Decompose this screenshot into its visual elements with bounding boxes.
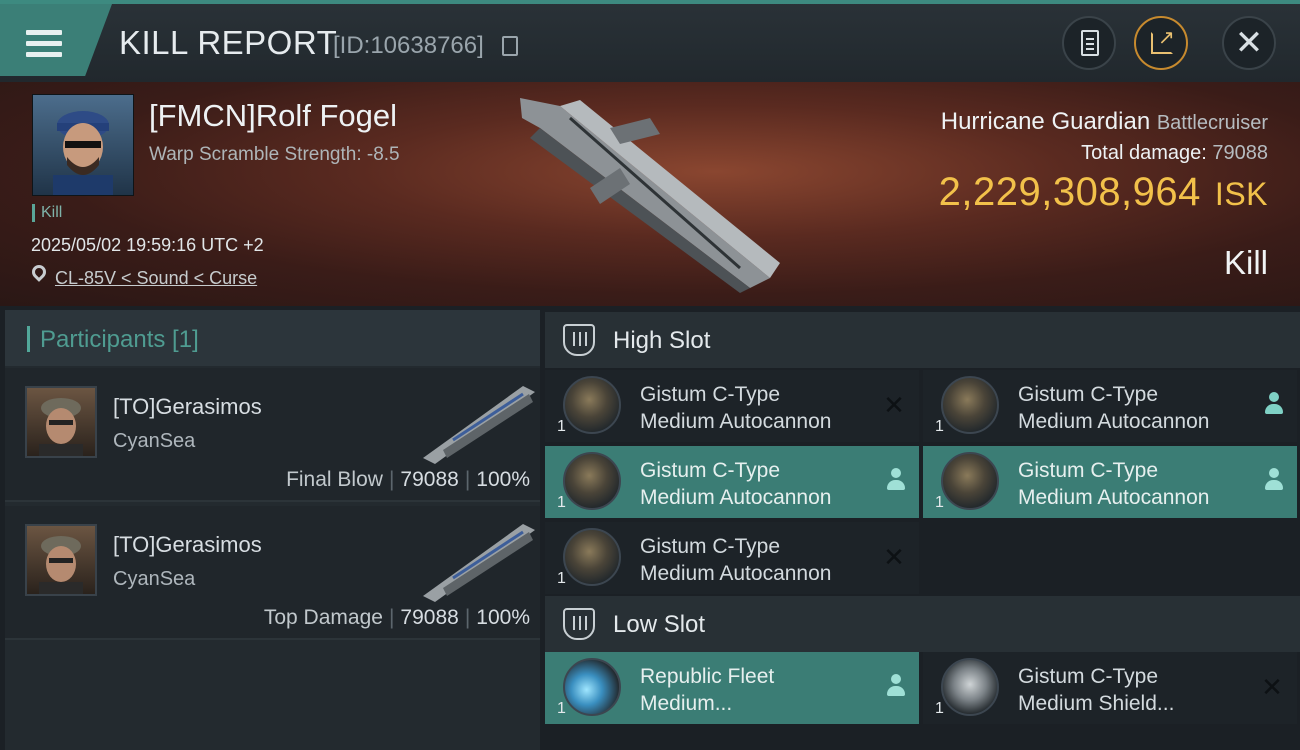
- close-button[interactable]: ✕: [1222, 16, 1276, 70]
- pin-icon: [29, 262, 49, 282]
- module-quantity: 1: [935, 418, 944, 435]
- slot-icon: [563, 324, 595, 356]
- participant-ship-image: [423, 524, 535, 602]
- victim-name[interactable]: [FMCN]Rolf Fogel: [149, 98, 397, 134]
- clipboard-button[interactable]: [1062, 16, 1116, 70]
- low-slot-header: Low Slot: [545, 596, 1300, 652]
- high-slot-header: High Slot: [545, 312, 1300, 368]
- warp-scramble-strength: Warp Scramble Strength: -8.5: [149, 144, 400, 165]
- menu-button[interactable]: [0, 4, 112, 76]
- participants-header: Participants [1]: [5, 310, 540, 366]
- autocannon-icon: [563, 376, 621, 434]
- person-icon: [887, 674, 905, 698]
- victim-ship-image: [520, 98, 780, 293]
- avatar[interactable]: [25, 386, 97, 458]
- module-quantity: 1: [935, 700, 944, 717]
- module-item[interactable]: 1 Gistum C-Type Medium Autocannon ✕: [545, 522, 919, 594]
- module-item[interactable]: 1 Republic Fleet Medium...: [545, 652, 919, 724]
- module-item[interactable]: 1 Gistum C-Type Medium Shield... ✕: [923, 652, 1297, 724]
- x-icon: ✕: [1261, 672, 1283, 702]
- autocannon-icon: [563, 452, 621, 510]
- x-icon: ✕: [883, 390, 905, 420]
- person-icon: [1265, 392, 1283, 416]
- high-slot-title: High Slot: [613, 327, 711, 354]
- module-quantity: 1: [935, 494, 944, 511]
- share-button[interactable]: ↗: [1134, 16, 1188, 70]
- x-icon: ✕: [883, 542, 905, 572]
- kill-tag: Kill: [32, 204, 62, 222]
- header-bar: KILL REPORT [ID:10638766] ↗ ✕: [0, 0, 1300, 82]
- participant-row[interactable]: [TO]Gerasimos CyanSea Top Damage | 79088 | 1…: [5, 506, 540, 640]
- kill-result: Kill: [1223, 244, 1268, 281]
- victim-banner: [FMCN]Rolf Fogel Warp Scramble Strength:…: [0, 82, 1300, 306]
- participants-title: Participants [1]: [40, 326, 199, 353]
- victim-ship[interactable]: Hurricane Guardian Battlecruiser: [941, 108, 1268, 136]
- clipboard-icon: [1081, 30, 1099, 56]
- copy-icon[interactable]: [502, 36, 518, 56]
- module-quantity: 1: [557, 570, 566, 587]
- person-icon: [1265, 468, 1283, 492]
- isk-value: 2,229,308,964 ISK: [938, 170, 1268, 214]
- participant-row[interactable]: [TO]Gerasimos CyanSea Final Blow | 79088 | 1…: [5, 368, 540, 502]
- module-item[interactable]: 1 Gistum C-Type Medium Autocannon: [923, 446, 1297, 518]
- participant-name[interactable]: [TO]Gerasimos: [113, 394, 262, 420]
- module-quantity: 1: [557, 700, 566, 717]
- victim-portrait[interactable]: [32, 94, 134, 196]
- autocannon-icon: [941, 452, 999, 510]
- participant-name[interactable]: [TO]Gerasimos: [113, 532, 262, 558]
- autocannon-icon: [941, 376, 999, 434]
- module-quantity: 1: [557, 418, 566, 435]
- autocannon-icon: [563, 528, 621, 586]
- kill-id: [ID:10638766]: [333, 32, 484, 59]
- low-slot-title: Low Slot: [613, 611, 706, 638]
- module-item[interactable]: 1 Gistum C-Type Medium Autocannon: [545, 446, 919, 518]
- participants-panel: Participants [1] [TO]Gerasimos CyanSea F…: [5, 310, 540, 750]
- module-item[interactable]: 1 Gistum C-Type Medium Autocannon ✕: [545, 370, 919, 442]
- booster-icon: [563, 658, 621, 716]
- kill-datetime: 2025/05/02 19:59:16 UTC +2: [31, 235, 264, 255]
- module-item[interactable]: 1 Gistum C-Type Medium Autocannon: [923, 370, 1297, 442]
- participant-corp: CyanSea: [113, 430, 196, 452]
- shield-icon: [941, 658, 999, 716]
- participant-stats: Top Damage | 79088 | 100%: [263, 606, 530, 629]
- page-title: KILL REPORT: [119, 24, 338, 61]
- participant-stats: Final Blow | 79088 | 100%: [286, 468, 530, 491]
- participant-corp: CyanSea: [113, 568, 196, 590]
- location-link[interactable]: CL-85V < Sound < Curse: [55, 268, 257, 289]
- person-icon: [887, 468, 905, 492]
- module-quantity: 1: [557, 494, 566, 511]
- slot-icon: [563, 608, 595, 640]
- close-icon: ✕: [1234, 24, 1264, 62]
- total-damage: Total damage: 79088: [1081, 142, 1268, 164]
- hamburger-icon[interactable]: [26, 30, 62, 58]
- avatar[interactable]: [25, 524, 97, 596]
- participant-ship-image: [423, 386, 535, 464]
- ship-class: Battlecruiser: [1156, 112, 1268, 134]
